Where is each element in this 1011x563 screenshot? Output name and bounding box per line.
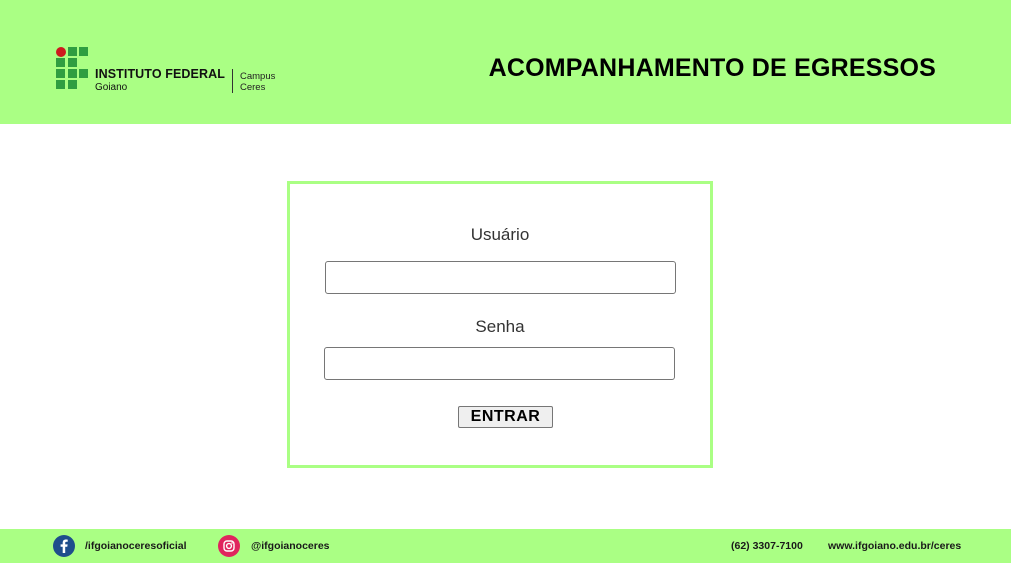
username-input[interactable] <box>325 261 676 294</box>
ifgoiano-logo-icon <box>56 47 90 91</box>
logo-divider <box>232 69 233 93</box>
facebook-icon[interactable] <box>53 535 75 557</box>
instagram-link[interactable]: @ifgoianoceres <box>251 529 330 563</box>
username-label: Usuário <box>470 225 530 244</box>
page-title: ACOMPANHAMENTO DE EGRESSOS <box>488 54 936 82</box>
logo-title: INSTITUTO FEDERAL <box>95 67 225 81</box>
logo-campus-line1: Campus <box>240 71 276 82</box>
password-input[interactable] <box>324 347 675 380</box>
website-link[interactable]: www.ifgoiano.edu.br/ceres <box>828 529 961 563</box>
logo-subtitle: Goiano <box>95 82 128 93</box>
institution-logo: INSTITUTO FEDERAL Goiano Campus Ceres <box>56 47 296 97</box>
instagram-icon[interactable] <box>218 535 240 557</box>
login-page: INSTITUTO FEDERAL Goiano Campus Ceres AC… <box>0 0 1011 563</box>
password-label: Senha <box>475 317 525 336</box>
login-form: Usuário Senha ENTRAR <box>287 181 713 468</box>
facebook-link[interactable]: /ifgoianoceresoficial <box>85 529 187 563</box>
logo-campus: Campus Ceres <box>240 71 275 93</box>
phone-number: (62) 3307-7100 <box>731 540 803 552</box>
header-bar: INSTITUTO FEDERAL Goiano Campus Ceres AC… <box>0 0 1011 124</box>
login-button[interactable]: ENTRAR <box>458 406 553 428</box>
logo-campus-line2: Ceres <box>240 82 266 93</box>
footer-bar: /ifgoianoceresoficial @ifgoianoceres (62… <box>0 529 1011 563</box>
